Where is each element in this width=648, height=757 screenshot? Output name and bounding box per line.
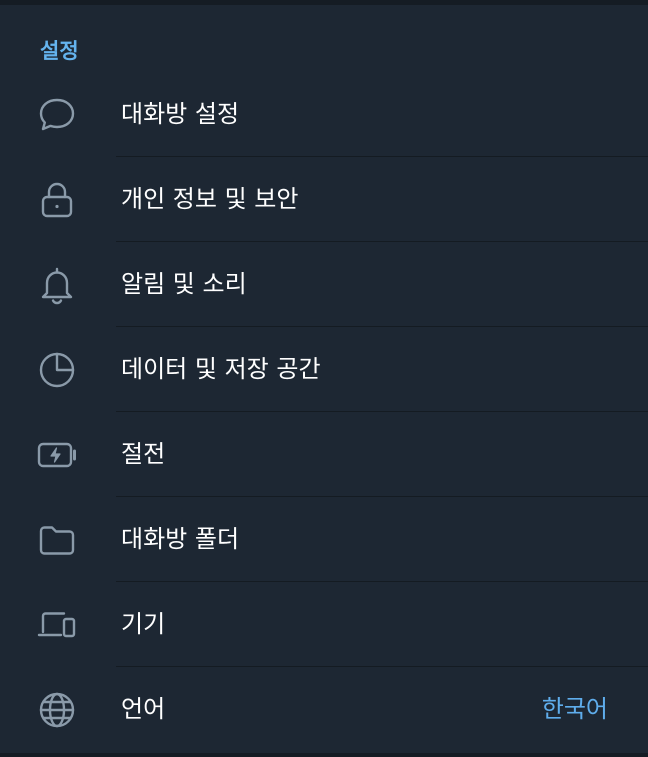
top-edge (0, 0, 648, 5)
globe-icon (36, 689, 78, 731)
settings-list: 대화방 설정 개인 정보 및 보안 알림 및 소리 데이터 및 저장 공간 절전… (0, 72, 648, 752)
settings-screen: 설정 대화방 설정 개인 정보 및 보안 알림 및 소리 데이터 및 저장 공간… (0, 0, 648, 757)
settings-item-chat[interactable]: 대화방 설정 (0, 72, 648, 157)
settings-item-language[interactable]: 언어 한국어 (0, 667, 648, 752)
settings-item-label: 언어 (121, 695, 166, 723)
settings-item-devices[interactable]: 기기 (0, 582, 648, 667)
chat-bubble-icon (36, 94, 78, 136)
settings-item-data-storage[interactable]: 데이터 및 저장 공간 (0, 327, 648, 412)
devices-icon (36, 604, 78, 646)
settings-item-power-saving[interactable]: 절전 (0, 412, 648, 497)
language-value: 한국어 (541, 695, 608, 723)
battery-bolt-icon (36, 434, 78, 476)
section-header: 설정 (40, 39, 79, 63)
lock-icon (36, 179, 78, 221)
bell-icon (36, 264, 78, 306)
settings-item-label: 개인 정보 및 보안 (121, 185, 299, 213)
settings-item-notifications[interactable]: 알림 및 소리 (0, 242, 648, 327)
settings-item-label: 대화방 폴더 (121, 525, 240, 553)
settings-item-label: 절전 (121, 440, 166, 468)
settings-item-label: 알림 및 소리 (121, 270, 247, 298)
settings-item-privacy[interactable]: 개인 정보 및 보안 (0, 157, 648, 242)
settings-item-label: 대화방 설정 (121, 100, 240, 128)
settings-item-label: 기기 (121, 610, 166, 638)
pie-chart-icon (36, 349, 78, 391)
folder-icon (36, 519, 78, 561)
settings-item-label: 데이터 및 저장 공간 (121, 355, 321, 383)
bottom-edge (0, 753, 648, 757)
settings-item-chat-folders[interactable]: 대화방 폴더 (0, 497, 648, 582)
